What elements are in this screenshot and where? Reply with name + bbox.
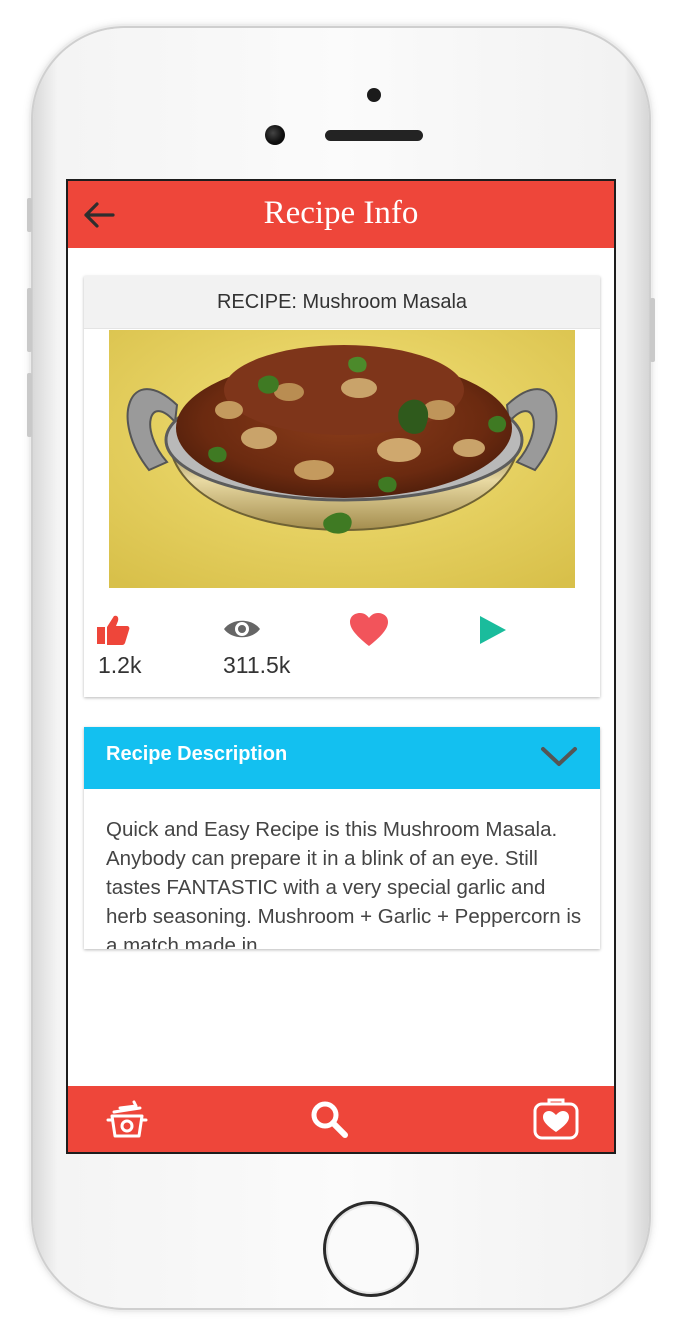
views-count: 311.5k bbox=[223, 652, 291, 678]
top-app-bar: Recipe Info bbox=[68, 181, 614, 248]
play-icon[interactable] bbox=[478, 614, 508, 646]
heart-icon[interactable] bbox=[349, 612, 389, 648]
volume-down-button bbox=[27, 373, 32, 437]
power-button bbox=[650, 298, 655, 362]
front-camera bbox=[265, 125, 285, 145]
description-text: Quick and Easy Recipe is this Mushroom M… bbox=[106, 818, 582, 949]
volume-up-button bbox=[27, 288, 32, 352]
cooking-pot-icon[interactable] bbox=[106, 1098, 148, 1140]
description-card: Recipe Description Quick and Easy Recipe… bbox=[84, 727, 600, 949]
recipe-card: RECIPE: Mushroom Masala 1.2k 311.5k bbox=[84, 276, 600, 697]
heart-bag-icon[interactable] bbox=[532, 1094, 580, 1142]
eye-icon bbox=[224, 620, 260, 638]
mute-switch bbox=[27, 198, 32, 232]
bottom-nav-bar bbox=[68, 1086, 614, 1152]
description-title: Recipe Description bbox=[106, 743, 288, 765]
likes-count: 1.2k bbox=[98, 652, 142, 678]
search-icon[interactable] bbox=[308, 1098, 350, 1140]
recipe-heading: RECIPE: Mushroom Masala bbox=[84, 276, 600, 329]
description-header[interactable]: Recipe Description bbox=[84, 727, 600, 789]
earpiece-speaker bbox=[325, 130, 423, 141]
proximity-sensor bbox=[367, 88, 381, 102]
home-button[interactable] bbox=[323, 1201, 419, 1297]
recipe-photo bbox=[109, 330, 575, 588]
page-title: Recipe Info bbox=[263, 195, 419, 231]
chevron-down-icon[interactable] bbox=[540, 745, 578, 769]
thumbs-up-icon[interactable] bbox=[96, 614, 130, 646]
app-screen: Recipe Info RECIPE: Mushroom Masala 1.2k… bbox=[66, 179, 616, 1154]
